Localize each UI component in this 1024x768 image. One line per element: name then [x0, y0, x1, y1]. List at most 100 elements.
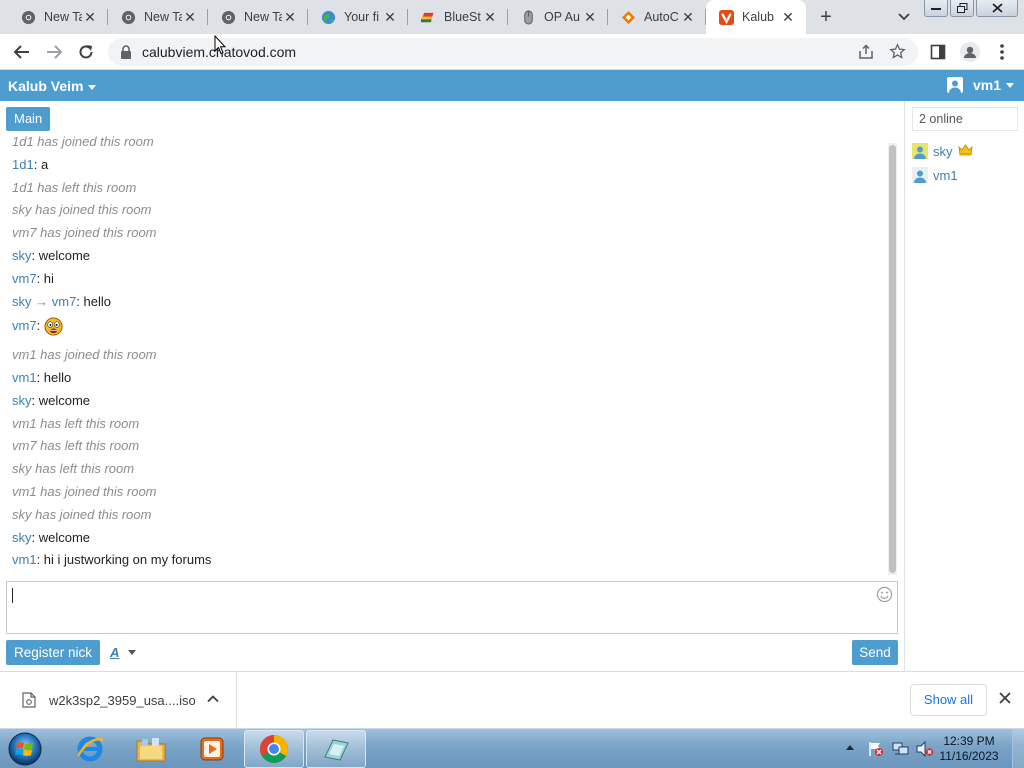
close-tab-icon[interactable]: ✕	[582, 9, 598, 25]
download-item[interactable]: w2k3sp2_3959_usa....iso	[0, 672, 237, 728]
browser-tab[interactable]: New Ta ✕	[8, 0, 108, 34]
message-nick[interactable]: sky	[12, 530, 32, 545]
online-count: 2 online	[912, 107, 1018, 131]
message-nick[interactable]: sky	[12, 248, 32, 263]
chrome-icon	[120, 9, 136, 25]
close-tab-icon[interactable]: ✕	[680, 9, 696, 25]
tab-main[interactable]: Main	[6, 107, 51, 131]
register-nick-button[interactable]: Register nick	[6, 640, 101, 665]
crown-icon	[957, 143, 973, 159]
chrome-taskbar-icon[interactable]	[244, 730, 304, 768]
message-text: hello	[83, 294, 111, 309]
show-desktop-button[interactable]	[1012, 729, 1024, 768]
tab-title: AutoC	[644, 10, 679, 24]
message-nick[interactable]: vm7	[12, 271, 37, 286]
online-user[interactable]: vm1	[912, 167, 958, 183]
message-nick[interactable]: vm1	[12, 552, 37, 567]
chevron-down-icon	[128, 650, 137, 655]
reload-icon[interactable]	[74, 40, 98, 64]
bookmark-star-icon[interactable]	[889, 43, 906, 63]
virtual-machine-icon[interactable]	[306, 730, 366, 768]
message-nick[interactable]: vm1	[12, 370, 37, 385]
message-list: 1d1 has joined this room 1d1: a 1d1 has le…	[6, 135, 890, 573]
message-recipient[interactable]: vm7	[52, 294, 77, 309]
message-input[interactable]	[7, 582, 867, 633]
font-style-label: A	[110, 645, 120, 660]
show-all-downloads-button[interactable]: Show all	[910, 684, 987, 716]
side-panel-icon[interactable]	[926, 40, 950, 64]
system-message-text: sky has left this room	[12, 461, 135, 476]
surprised-smiley-icon	[44, 317, 63, 336]
private-arrow: →	[31, 294, 52, 309]
action-center-icon[interactable]	[868, 741, 884, 760]
system-message: sky has joined this room	[12, 202, 151, 217]
system-message-text: sky has joined this room	[12, 507, 152, 522]
clock[interactable]: 12:39 PM 11/16/2023	[934, 734, 1004, 764]
browser-tab[interactable]: New Ta ✕	[108, 0, 208, 34]
message-composer	[6, 581, 898, 634]
message-nick[interactable]: sky	[12, 294, 32, 309]
system-message: sky has joined this room	[12, 507, 151, 522]
new-tab-button[interactable]: +	[814, 5, 838, 29]
browser-tab[interactable]: Kalub ✕	[706, 0, 806, 34]
room-menu[interactable]: Kalub Veim	[8, 78, 97, 94]
close-tab-icon[interactable]: ✕	[82, 9, 98, 25]
scrollbar-thumb[interactable]	[889, 145, 896, 573]
message-scrollbar[interactable]	[888, 143, 897, 575]
user-menu[interactable]: vm1	[946, 77, 1014, 93]
forward-icon[interactable]	[42, 40, 66, 64]
profile-icon[interactable]	[958, 40, 982, 64]
online-user[interactable]: sky	[912, 143, 973, 159]
close-tab-icon[interactable]: ✕	[780, 9, 796, 25]
user-icon	[912, 143, 928, 159]
smiley-picker-icon[interactable]	[876, 586, 893, 606]
message-separator: :	[33, 157, 41, 172]
close-tab-icon[interactable]: ✕	[182, 9, 198, 25]
mouse-pointer-icon	[214, 34, 227, 58]
clock-date: 11/16/2023	[939, 749, 999, 763]
message-nick[interactable]: 1d1	[12, 157, 34, 172]
start-button-icon[interactable]	[6, 731, 44, 767]
system-message-text: vm1 has joined this room	[12, 484, 157, 499]
media-player-icon[interactable]	[182, 730, 242, 768]
browser-tab[interactable]: Your fi ✕	[308, 0, 408, 34]
message-separator: :	[36, 370, 44, 385]
lock-icon[interactable]	[120, 45, 132, 62]
close-tab-icon[interactable]: ✕	[282, 9, 298, 25]
system-message-text: vm1 has joined this room	[12, 347, 157, 362]
autoclicker-icon	[620, 9, 636, 25]
close-tab-icon[interactable]: ✕	[482, 9, 498, 25]
message-separator: :	[36, 317, 44, 333]
volume-muted-icon[interactable]	[916, 740, 934, 760]
address-bar[interactable]: calubviem.chatovod.com	[108, 38, 918, 66]
browser-tab[interactable]: BlueSt ✕	[408, 0, 508, 34]
back-icon[interactable]	[10, 40, 34, 64]
browser-tab[interactable]: OP Au ✕	[508, 0, 608, 34]
file-icon	[22, 692, 36, 711]
show-hidden-icons-icon[interactable]	[846, 745, 854, 750]
chevron-up-icon[interactable]	[206, 692, 220, 709]
tab-search-icon[interactable]	[894, 8, 914, 26]
system-message-text: 1d1 has left this room	[12, 180, 137, 195]
close-icon[interactable]	[998, 691, 1012, 708]
close-window-icon[interactable]	[976, 0, 1018, 17]
message-separator: :	[31, 530, 39, 545]
send-button[interactable]: Send	[852, 640, 898, 665]
minimize-icon[interactable]	[924, 0, 948, 17]
message-nick[interactable]: sky	[12, 393, 32, 408]
mouse-icon	[520, 9, 536, 25]
system-message: vm7 has left this room	[12, 438, 139, 453]
browser-tab[interactable]: AutoC ✕	[608, 0, 706, 34]
chat-message: sky: welcome	[12, 530, 90, 545]
internet-explorer-icon[interactable]	[60, 730, 120, 768]
message-text: hi i justworking on my forums	[43, 552, 212, 567]
network-icon[interactable]	[892, 741, 910, 760]
browser-tab[interactable]: New Ta ✕	[208, 0, 308, 34]
restore-icon[interactable]	[950, 0, 974, 17]
close-tab-icon[interactable]: ✕	[382, 9, 398, 25]
font-style-button[interactable]: A	[110, 645, 137, 660]
file-explorer-icon[interactable]	[121, 730, 181, 768]
message-nick[interactable]: vm7	[12, 318, 37, 333]
share-icon[interactable]	[858, 44, 874, 63]
browser-menu-icon[interactable]	[990, 40, 1014, 64]
